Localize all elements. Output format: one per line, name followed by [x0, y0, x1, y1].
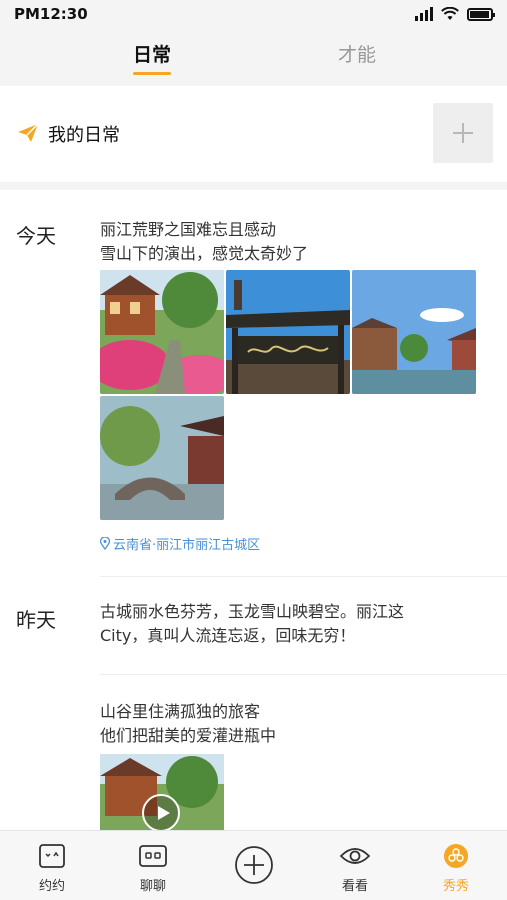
my-daily-label: 我的日常: [48, 125, 120, 146]
flower-icon: [444, 844, 468, 868]
battery-icon: [467, 7, 495, 21]
divider: [100, 674, 507, 675]
photo-old-town-gate[interactable]: [226, 270, 350, 394]
post-text-line: 古城丽水色芬芳，玉龙雪山映碧空。丽江这: [100, 602, 405, 621]
robot-face-icon: [139, 845, 167, 867]
add-post-button[interactable]: [433, 103, 493, 163]
photo-flower-lane[interactable]: [100, 270, 224, 394]
nav-label: 约约: [38, 879, 65, 894]
nav-item-xiuxiu[interactable]: 秀秀: [416, 831, 496, 900]
post-text-line: 丽江荒野之国难忘且感动: [100, 220, 277, 239]
video-thumbnail[interactable]: [100, 754, 224, 830]
nav-label: 看看: [341, 879, 368, 894]
location-pin-icon: [100, 537, 110, 550]
status-icons: [415, 7, 495, 21]
paper-plane-icon: [18, 123, 39, 142]
post-text-line: 雪山下的演出，感觉太奇妙了: [100, 244, 309, 263]
post-text-line: City，真叫人流连忘返，回味无穷！: [100, 626, 356, 645]
nav-label: 聊聊: [139, 879, 166, 894]
nav-label: 秀秀: [442, 879, 469, 894]
nav-item-yueyue[interactable]: 约约: [12, 831, 92, 900]
post-text-yesterday-1[interactable]: 古城丽水色芬芳，玉龙雪山映碧空。丽江这 City，真叫人流连忘返，回味无穷！: [100, 600, 500, 648]
signal-icon: [415, 7, 433, 21]
photo-stone-bridge[interactable]: [100, 396, 224, 520]
day-label-yesterday: 昨天: [16, 608, 56, 632]
plus-circle-icon: [235, 846, 273, 884]
wifi-icon: [441, 7, 459, 20]
active-tab-indicator: [133, 72, 171, 75]
nav-item-kankan[interactable]: 看看: [315, 831, 395, 900]
photo-river-houses[interactable]: [352, 270, 476, 394]
divider: [100, 576, 507, 577]
day-label-today: 今天: [16, 224, 56, 248]
top-tab-bar: 日常 才能: [0, 28, 507, 86]
my-daily-row[interactable]: 我的日常: [0, 86, 507, 182]
post-text-line: 山谷里住满孤独的旅客: [100, 702, 261, 721]
bottom-nav: 约约 聊聊 看看 秀秀: [0, 830, 507, 900]
post-text-yesterday-2[interactable]: 山谷里住满孤独的旅客 他们把甜美的爱灌进瓶中: [100, 700, 500, 748]
tab-daily[interactable]: 日常: [133, 40, 171, 67]
location-text: 云南省·丽江市丽江古城区: [113, 538, 261, 553]
play-icon[interactable]: [142, 794, 180, 830]
nav-item-liaoliao[interactable]: 聊聊: [113, 831, 193, 900]
nav-item-create[interactable]: [214, 831, 294, 900]
tab-talent[interactable]: 才能: [338, 40, 376, 67]
location-tag[interactable]: 云南省·丽江市丽江古城区: [100, 534, 260, 553]
post-text-line: 他们把甜美的爱灌进瓶中: [100, 726, 277, 745]
post-text-today[interactable]: 丽江荒野之国难忘且感动 雪山下的演出，感觉太奇妙了: [100, 218, 500, 266]
status-time: PM12:30: [14, 5, 88, 23]
status-bar: PM12:30: [0, 0, 507, 28]
feed: 今天 丽江荒野之国难忘且感动 雪山下的演出，感觉太奇妙了 云南省·丽江市丽江古城…: [0, 190, 507, 830]
eye-icon: [339, 848, 371, 864]
face-box-icon: [39, 844, 65, 868]
